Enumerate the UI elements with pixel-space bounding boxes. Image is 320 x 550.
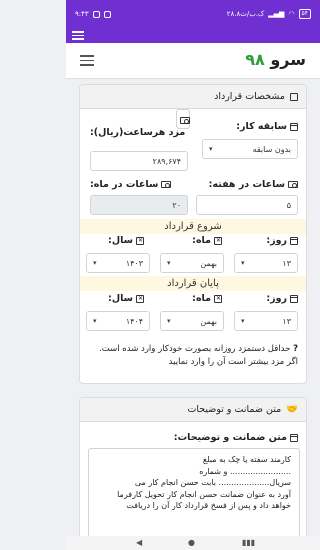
experience-value: بدون سابقه bbox=[252, 144, 291, 154]
app-logo: سرو ۹۸ bbox=[245, 50, 306, 69]
end-month-label: ماه: bbox=[192, 293, 222, 304]
start-day-value: ۱۳ bbox=[282, 258, 291, 268]
monthly-hours-label: ساعات در ماه: bbox=[90, 179, 172, 190]
status-right: ۲۸.۸ک.ب/ث ▂▄▆ ◠ ۵۴ bbox=[227, 9, 311, 19]
start-month-select[interactable]: بهمن ▾ bbox=[160, 253, 224, 273]
calendar-x-icon bbox=[214, 236, 222, 245]
back-nav-icon[interactable]: ◀ bbox=[136, 538, 142, 547]
guarantee-textarea[interactable]: کارمند سفته یا چک به مبلغ ..............… bbox=[88, 448, 300, 544]
start-month-label-text: ماه: bbox=[192, 235, 211, 246]
logo-text: سرو bbox=[270, 50, 306, 69]
home-nav-icon[interactable]: ● bbox=[188, 538, 195, 547]
start-day-label-text: روز: bbox=[266, 235, 287, 246]
handshake-icon: 🤝 bbox=[286, 404, 298, 415]
end-day-select[interactable]: ۱۳ ▾ bbox=[234, 311, 298, 331]
end-year-label: سال: bbox=[108, 293, 144, 304]
guarantee-line: سریال.................... بابت حسن انجام… bbox=[134, 478, 291, 487]
weekly-hours-label: ساعات در هفته: bbox=[209, 179, 298, 190]
monthly-hours-input: ۲۰ bbox=[90, 195, 188, 215]
chevron-down-icon: ▾ bbox=[93, 259, 97, 267]
drawer-menu-icon[interactable] bbox=[72, 31, 84, 42]
calendar-icon bbox=[290, 122, 298, 131]
calendar-icon bbox=[290, 236, 298, 245]
start-year-label: سال: bbox=[108, 235, 144, 246]
signal-icon: ▂▄▆ bbox=[268, 10, 285, 18]
wifi-icon: ◠ bbox=[288, 10, 295, 18]
note-line-1: حداقل دستمزد روزانه بصورت خودکار وارد شد… bbox=[99, 344, 291, 354]
list-icon bbox=[290, 433, 298, 442]
app-notification-icon bbox=[92, 10, 100, 18]
question-icon: ? bbox=[293, 344, 298, 354]
book-icon bbox=[290, 92, 298, 101]
wage-input[interactable]: ۲۸۹,۶۷۴ bbox=[90, 151, 188, 171]
status-time: ۹:۴۳ bbox=[75, 10, 89, 18]
status-left: ۹:۴۳ bbox=[75, 10, 111, 18]
chevron-down-icon: ▾ bbox=[241, 317, 245, 325]
guarantee-card: 🤝 متن ضمانت و توضیحات متن ضمانت و توضیحا… bbox=[79, 397, 307, 547]
start-year-label-text: سال: bbox=[108, 235, 133, 246]
end-month-select[interactable]: بهمن ▾ bbox=[160, 311, 224, 331]
end-year-value: ۱۴۰۴ bbox=[125, 316, 143, 326]
start-year-value: ۱۴۰۳ bbox=[125, 258, 143, 268]
weekly-hours-label-text: ساعات در هفته: bbox=[208, 179, 285, 190]
weekly-hours-input[interactable]: ۵ bbox=[196, 195, 298, 215]
end-day-label: روز: bbox=[266, 293, 298, 304]
experience-select[interactable]: بدون سابقه ▾ bbox=[202, 139, 298, 159]
guarantee-line: آورد به عنوان ضمانت حسن انجام کار تحویل … bbox=[117, 489, 291, 499]
end-month-label-text: ماه: bbox=[192, 293, 211, 304]
guarantee-header-title: متن ضمانت و توضیحات bbox=[187, 404, 282, 415]
system-nav-bar: ◀ ● ▮▮▮ bbox=[66, 536, 320, 550]
end-day-label-text: روز: bbox=[266, 293, 287, 304]
end-month-value: بهمن bbox=[200, 316, 217, 326]
wage-icon-row bbox=[90, 117, 190, 124]
start-day-label: روز: bbox=[266, 235, 298, 246]
monthly-hours-label-text: ساعات در ماه: bbox=[90, 179, 159, 190]
app-bar: سرو ۹۸ bbox=[66, 43, 320, 79]
experience-label-text: سابقه کار: bbox=[236, 121, 287, 132]
calendar-x-icon bbox=[136, 294, 144, 303]
experience-label: سابقه کار: bbox=[236, 121, 298, 132]
top-strip bbox=[66, 28, 320, 43]
wage-label: مزد هرساعت(ریال): bbox=[90, 127, 186, 138]
guarantee-line: کارمند سفته یا چک به مبلغ bbox=[202, 455, 291, 464]
chevron-down-icon: ▾ bbox=[167, 259, 171, 267]
money-icon bbox=[180, 117, 190, 124]
start-month-label: ماه: bbox=[192, 235, 222, 246]
start-day-select[interactable]: ۱۳ ▾ bbox=[234, 253, 298, 273]
notification-icon bbox=[103, 10, 111, 18]
contract-card: مشخصات قرارداد سابقه کار: بدون سابقه ▾ م… bbox=[79, 84, 307, 384]
start-month-value: بهمن bbox=[200, 258, 217, 268]
guarantee-card-header: 🤝 متن ضمانت و توضیحات bbox=[80, 398, 306, 422]
end-year-select[interactable]: ۱۴۰۴ ▾ bbox=[86, 311, 150, 331]
contract-start-title: شروع قرارداد bbox=[80, 219, 306, 234]
chevron-down-icon: ▾ bbox=[209, 145, 213, 153]
menu-button[interactable] bbox=[80, 55, 94, 69]
contract-card-header: مشخصات قرارداد bbox=[80, 85, 306, 109]
calendar-x-icon bbox=[136, 236, 144, 245]
chevron-down-icon: ▾ bbox=[93, 317, 97, 325]
calendar-x-icon bbox=[214, 294, 222, 303]
recents-nav-icon[interactable]: ▮▮▮ bbox=[242, 538, 255, 547]
contract-header-title: مشخصات قرارداد bbox=[214, 91, 285, 102]
note-line-2: اگر مزد بیشتر است آن را وارد نمایید bbox=[168, 357, 298, 367]
end-year-label-text: سال: bbox=[108, 293, 133, 304]
guarantee-line: خواهد داد و پس از فسخ قرارداد کار آن را … bbox=[126, 501, 291, 510]
guarantee-label: متن ضمانت و توضیحات: bbox=[174, 432, 298, 443]
data-speed: ۲۸.۸ک.ب/ث bbox=[226, 10, 265, 18]
logo-number: ۹۸ bbox=[245, 50, 265, 69]
end-day-value: ۱۳ bbox=[282, 316, 291, 326]
start-year-select[interactable]: ۱۴۰۳ ▾ bbox=[86, 253, 150, 273]
guarantee-line: ........................ و شماره bbox=[199, 466, 291, 476]
wage-label-block: مزد هرساعت(ریال): bbox=[90, 117, 190, 138]
status-bar: ۹:۴۳ ۲۸.۸ک.ب/ث ▂▄▆ ◠ ۵۴ bbox=[66, 0, 320, 28]
chevron-down-icon: ▾ bbox=[241, 259, 245, 267]
guarantee-label-text: متن ضمانت و توضیحات: bbox=[173, 432, 287, 443]
money-icon bbox=[288, 181, 298, 188]
money-icon bbox=[161, 181, 172, 188]
battery-icon: ۵۴ bbox=[298, 9, 311, 19]
wage-note: ? حداقل دستمزد روزانه بصورت خودکار وارد … bbox=[86, 343, 298, 369]
contract-end-title: پایان قرارداد bbox=[80, 276, 306, 291]
chevron-down-icon: ▾ bbox=[167, 317, 171, 325]
calendar-icon bbox=[290, 294, 298, 303]
